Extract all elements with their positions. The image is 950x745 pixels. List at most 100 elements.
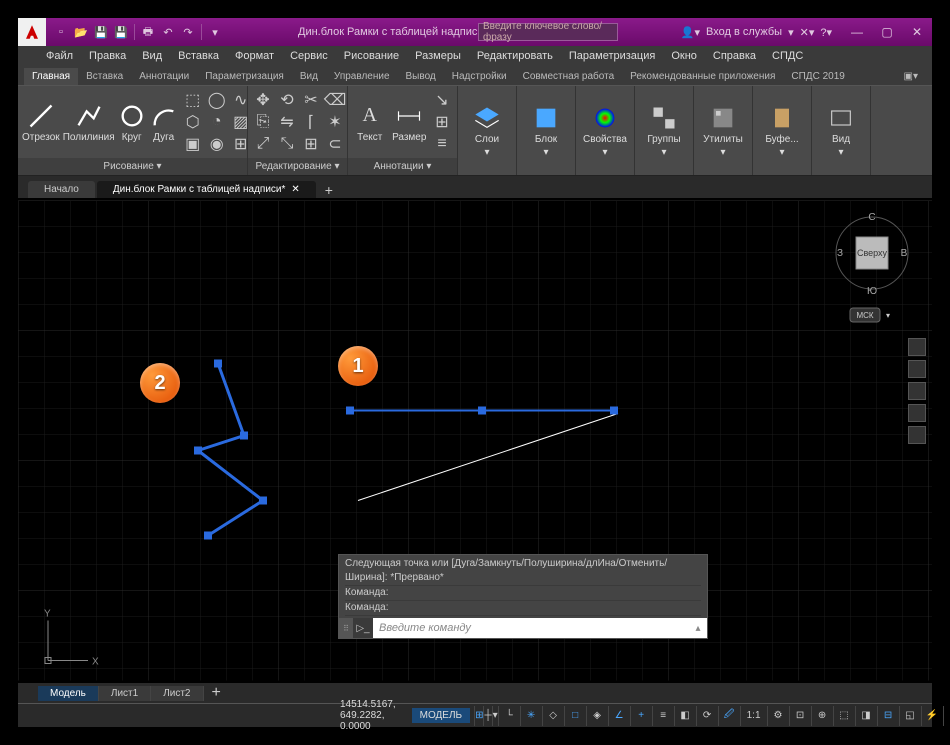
rotate-icon[interactable]: ⟲ bbox=[276, 90, 298, 110]
menu-format[interactable]: Формат bbox=[227, 48, 282, 64]
menu-file[interactable]: Файл bbox=[38, 48, 81, 64]
tab-manage[interactable]: Управление bbox=[326, 68, 398, 85]
layout-tab-2[interactable]: Лист2 bbox=[151, 686, 203, 701]
menu-insert[interactable]: Вставка bbox=[170, 48, 227, 64]
draw-small-4[interactable]: ⬡ bbox=[182, 112, 204, 132]
tab-addins[interactable]: Надстройки bbox=[444, 68, 515, 85]
utils-button[interactable]: Утилиты▾ bbox=[698, 100, 748, 162]
signin-icon[interactable]: 👤▾ bbox=[681, 26, 700, 39]
tab-insert[interactable]: Вставка bbox=[78, 68, 131, 85]
text-button[interactable]: AТекст bbox=[352, 91, 388, 153]
qat-saveas-icon[interactable]: 💾 bbox=[112, 23, 130, 41]
tab-spds[interactable]: СПДС 2019 bbox=[783, 68, 852, 85]
exchange-icon[interactable]: ✕▾ bbox=[800, 26, 815, 39]
tab-collab[interactable]: Совместная работа bbox=[515, 68, 623, 85]
menu-modify[interactable]: Редактировать bbox=[469, 48, 561, 64]
panel-annot-title[interactable]: Аннотации ▾ bbox=[348, 158, 457, 175]
isolate-icon[interactable]: ◱ bbox=[899, 706, 921, 726]
new-tab-button[interactable]: + bbox=[318, 182, 340, 198]
scale-icon[interactable]: ⤡ bbox=[276, 134, 298, 154]
panel-draw-title[interactable]: Рисование ▾ bbox=[18, 158, 247, 175]
draw-small-8[interactable]: ◉ bbox=[206, 134, 228, 154]
ortho-icon[interactable]: └ bbox=[498, 706, 520, 726]
props-button[interactable]: Свойства▾ bbox=[580, 100, 630, 162]
nav-fullnav-icon[interactable] bbox=[908, 338, 926, 356]
qprops-icon[interactable]: ◨ bbox=[855, 706, 877, 726]
drawing-canvas[interactable]: X Y 1 2 bbox=[18, 198, 932, 683]
menu-view[interactable]: Вид bbox=[134, 48, 170, 64]
leader-icon[interactable]: ↘ bbox=[431, 90, 453, 110]
3dosnap-icon[interactable]: ◈ bbox=[586, 706, 608, 726]
menu-param[interactable]: Параметризация bbox=[561, 48, 663, 64]
close-button[interactable]: ✕ bbox=[902, 18, 932, 46]
array-icon[interactable]: ⊞ bbox=[300, 134, 322, 154]
dim-button[interactable]: Размер bbox=[392, 91, 428, 153]
osnap-icon[interactable]: □ bbox=[564, 706, 586, 726]
draw-small-1[interactable]: ⬚ bbox=[182, 90, 204, 110]
menu-spds[interactable]: СПДС bbox=[764, 48, 811, 64]
nav-orbit-icon[interactable] bbox=[908, 404, 926, 422]
qat-more-icon[interactable]: ▾ bbox=[206, 23, 224, 41]
model-space-toggle[interactable]: МОДЕЛЬ bbox=[412, 708, 470, 723]
line-button[interactable]: Отрезок bbox=[22, 91, 60, 153]
command-drag-handle[interactable]: ⠿ bbox=[339, 618, 353, 638]
scale-readout[interactable]: 1:1 bbox=[740, 706, 767, 726]
tab-home[interactable]: Главная bbox=[24, 68, 78, 85]
block-button[interactable]: Блок▾ bbox=[521, 100, 571, 162]
clean-screen-icon[interactable]: ⛶ bbox=[943, 706, 950, 726]
iso-icon[interactable]: ◇ bbox=[542, 706, 564, 726]
otrack-icon[interactable]: ∠ bbox=[608, 706, 630, 726]
qat-open-icon[interactable]: 📂 bbox=[72, 23, 90, 41]
tab-param[interactable]: Параметризация bbox=[197, 68, 292, 85]
minimize-button[interactable]: — bbox=[842, 18, 872, 46]
close-tab-icon[interactable]: ✕ bbox=[291, 184, 299, 195]
workspace-icon[interactable]: ⊡ bbox=[789, 706, 811, 726]
tab-view[interactable]: Вид bbox=[292, 68, 326, 85]
layout-add-button[interactable]: + bbox=[204, 682, 229, 704]
annomon-icon[interactable]: ⊕ bbox=[811, 706, 833, 726]
menu-dims[interactable]: Размеры bbox=[407, 48, 469, 64]
grid-toggle-icon[interactable]: ⊞ bbox=[474, 706, 483, 726]
menu-help[interactable]: Справка bbox=[705, 48, 764, 64]
app-icon[interactable] bbox=[18, 18, 46, 46]
mtext-icon[interactable]: ≡ bbox=[431, 134, 453, 154]
gear-icon[interactable]: ⚙ bbox=[767, 706, 789, 726]
move-icon[interactable]: ✥ bbox=[252, 90, 274, 110]
draw-small-2[interactable]: ◯ bbox=[206, 90, 228, 110]
transparency-icon[interactable]: ◧ bbox=[674, 706, 696, 726]
doc-tab-active[interactable]: Дин.блок Рамки с таблицей надписи* ✕ bbox=[97, 181, 316, 198]
menu-tools[interactable]: Сервис bbox=[282, 48, 336, 64]
layers-button[interactable]: Слои▾ bbox=[462, 100, 512, 162]
snap-toggle-icon[interactable]: ┼ bbox=[483, 706, 491, 726]
arc-button[interactable]: Дуга bbox=[150, 91, 178, 153]
polar-icon[interactable]: ✳ bbox=[520, 706, 542, 726]
dyn-input-icon[interactable]: + bbox=[630, 706, 652, 726]
coordinates-readout[interactable]: 14514.5167, 649.2282, 0.0000 bbox=[328, 699, 408, 732]
ribbon-collapse-icon[interactable]: ▣▾ bbox=[896, 68, 926, 85]
annoscale-icon[interactable]: 🖉 bbox=[718, 706, 740, 726]
tab-featured[interactable]: Рекомендованные приложения bbox=[622, 68, 783, 85]
draw-small-7[interactable]: ▣ bbox=[182, 134, 204, 154]
groups-button[interactable]: Группы▾ bbox=[639, 100, 689, 162]
units-icon[interactable]: ⬚ bbox=[833, 706, 855, 726]
nav-showmotion-icon[interactable] bbox=[908, 426, 926, 444]
command-expand-icon[interactable]: ▴ bbox=[689, 623, 707, 634]
mirror-icon[interactable]: ⇋ bbox=[276, 112, 298, 132]
nav-zoom-icon[interactable] bbox=[908, 382, 926, 400]
tab-annotate[interactable]: Аннотации bbox=[131, 68, 197, 85]
qat-redo-icon[interactable]: ↷ bbox=[179, 23, 197, 41]
circle-button[interactable]: Круг bbox=[118, 91, 146, 153]
qat-undo-icon[interactable]: ↶ bbox=[159, 23, 177, 41]
clipboard-button[interactable]: Буфе...▾ bbox=[757, 100, 807, 162]
nav-pan-icon[interactable] bbox=[908, 360, 926, 378]
qat-plot-icon[interactable]: 🖶 bbox=[139, 23, 157, 41]
command-prompt-icon[interactable]: ▷_ bbox=[353, 618, 373, 638]
qat-save-icon[interactable]: 💾 bbox=[92, 23, 110, 41]
view-button[interactable]: Вид▾ bbox=[816, 100, 866, 162]
offset-icon[interactable]: ⊂ bbox=[324, 134, 346, 154]
table-icon[interactable]: ⊞ bbox=[431, 112, 453, 132]
qat-new-icon[interactable]: ▫ bbox=[52, 23, 70, 41]
search-input[interactable]: Введите ключевое слово/фразу bbox=[478, 23, 618, 41]
stretch-icon[interactable]: ⤢ bbox=[252, 134, 274, 154]
menu-window[interactable]: Окно bbox=[663, 48, 705, 64]
